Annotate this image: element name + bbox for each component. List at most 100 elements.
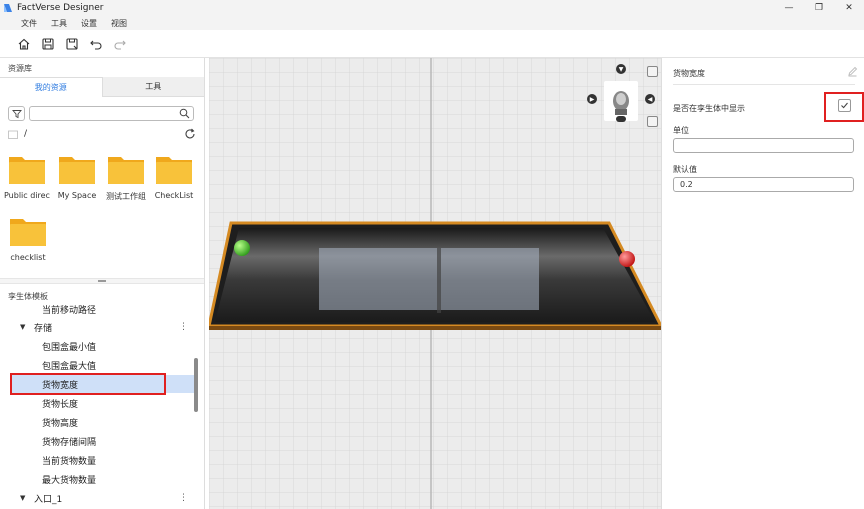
folder-icon [10,219,46,246]
exit-marker-red[interactable] [619,251,635,267]
nav-up-icon[interactable]: ▼ [616,64,626,74]
maximize-button[interactable]: ❐ [804,0,834,16]
folder-label: checklist [10,253,46,262]
folder-label: My Space [57,191,97,200]
more-menu-icon[interactable]: ⋮ [179,493,188,503]
toolbar [0,30,864,58]
tree-item-label: 货物存储间隔 [42,437,97,448]
app-title: FactVerse Designer [17,3,104,13]
menu-view[interactable]: 视图 [111,18,127,29]
tab-tools[interactable]: 工具 [102,77,204,97]
folder-path-icon [8,130,18,139]
edit-icon[interactable] [847,66,858,77]
folder-icon [108,157,144,184]
refresh-icon[interactable] [184,128,196,140]
view-cube[interactable] [604,81,638,121]
home-icon [18,38,30,50]
tab-my-resources[interactable]: 我的资源 [0,77,103,97]
nav-down-icon[interactable] [616,116,626,122]
save-icon [42,37,54,50]
tree-item-label: 包围盒最小值 [42,342,97,353]
menu-tools[interactable]: 工具 [51,18,67,29]
folder-checklist-upper[interactable]: CheckList [151,153,197,200]
folder-label: Public direc… [4,191,50,200]
menu-settings[interactable]: 设置 [81,18,97,29]
property-title: 货物宽度 [673,69,705,78]
save-button[interactable] [40,36,56,52]
home-button[interactable] [16,36,32,52]
path-breadcrumb: / [8,128,196,140]
resource-library-header: 资源库 [8,64,32,73]
redo-button[interactable] [112,36,128,52]
folder-public-directory[interactable]: Public direc… [4,153,50,200]
folder-label: 测试工作组 [106,192,146,201]
resource-panel: 资源库 我的资源 工具 / Public direc… My Space 测试工… [0,58,205,509]
more-menu-icon[interactable]: ⋮ [179,322,188,332]
save-as-button[interactable] [64,36,80,52]
highlight-box-checkbox [824,92,864,122]
unit-input[interactable] [673,138,854,153]
undo-button[interactable] [88,36,104,52]
camera-tool-icon[interactable] [647,66,658,77]
app-logo-icon [4,4,12,12]
tree-group-storage[interactable]: ▼ 存储 ⋮ [0,318,196,336]
nav-right-icon[interactable]: ◀ [645,94,655,104]
tree-item[interactable]: 包围盒最小值 [0,337,196,355]
panel-splitter[interactable] [0,278,204,284]
menu-file[interactable]: 文件 [21,18,37,29]
entry-marker-green[interactable] [234,240,250,256]
tree-item[interactable]: 货物长度 [0,394,196,412]
tree-item[interactable]: 货物存储间隔 [0,432,196,450]
resource-tabs: 我的资源 工具 [0,77,204,97]
tree-item[interactable]: 最大货物数量 [0,470,196,488]
layout-tool-icon[interactable] [647,116,658,127]
tree-item-label: 入口_1 [34,494,63,505]
search-box [29,106,194,121]
platform-edge [209,326,661,330]
scene-viewport[interactable]: ▼ ▶ ◀ [209,58,661,509]
minimize-button[interactable]: — [774,0,804,16]
filter-button[interactable] [8,106,25,121]
unit-label: 单位 [673,126,689,135]
properties-panel: 货物宽度 是否在孪生体中显示 单位 默认值 0.2 [661,58,864,509]
folder-icon [59,157,95,184]
nav-left-icon[interactable]: ▶ [587,94,597,104]
tree-item-label: 当前货物数量 [42,456,97,467]
tree-group-entrance[interactable]: ▼ 入口_1 ⋮ [0,489,196,507]
filter-icon [11,109,22,118]
title-bar: FactVerse Designer — ❐ ✕ [0,0,864,16]
show-in-twin-label: 是否在孪生体中显示 [673,104,745,113]
chevron-down-icon[interactable]: ▼ [20,323,30,331]
search-icon[interactable] [179,108,190,119]
highlight-box-selected-item [10,373,166,395]
redo-icon [114,40,126,50]
menu-bar: 文件 工具 设置 视图 [0,16,864,30]
head-view-icon [613,91,629,115]
default-value-input[interactable]: 0.2 [673,177,854,192]
divider [673,84,855,85]
twin-template-header: 孪生体模板 [8,292,48,301]
tree-item-label: 最大货物数量 [42,475,97,486]
scene-canvas [209,58,661,509]
tree-item[interactable]: 当前移动路径 [0,304,196,318]
tree-item[interactable]: 货物高度 [0,413,196,431]
tree-item-label: 包围盒最大值 [42,361,97,372]
twin-template-tree: 当前移动路径 ▼ 存储 ⋮ 包围盒最小值 包围盒最大值 货物宽度 货物长度 货物… [0,304,204,509]
chevron-down-icon[interactable]: ▼ [20,494,30,502]
tree-item[interactable]: 包围盒最大值 [0,356,196,374]
folder-test-workgroup[interactable]: 测试工作组 [103,153,149,202]
undo-icon [90,40,102,50]
close-button[interactable]: ✕ [834,0,864,16]
tree-item[interactable]: 当前货物数量 [0,451,196,469]
folder-checklist-lower[interactable]: checklist [5,215,51,262]
search-input[interactable] [34,107,174,120]
folder-icon [9,157,45,184]
tree-item-label: 货物高度 [42,418,79,429]
tree-item-label: 存储 [34,323,53,334]
default-value-label: 默认值 [673,165,697,174]
path-text: / [24,129,28,139]
tree-scrollbar[interactable] [194,358,198,412]
folder-my-space[interactable]: My Space [54,153,100,200]
folder-icon [156,157,192,184]
save-as-icon [66,37,78,50]
